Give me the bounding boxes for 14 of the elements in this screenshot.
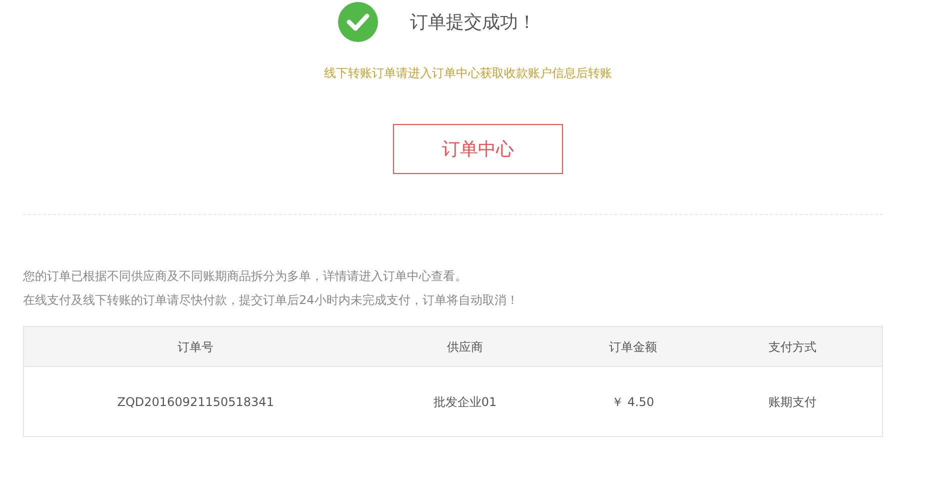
column-header: 支付方式: [702, 326, 882, 366]
order-center-button[interactable]: 订单中心: [393, 124, 563, 174]
transfer-notice: 线下转账订单请进入订单中心获取收款账户信息后转账: [324, 65, 612, 82]
table-cell: 批发企业01: [367, 366, 563, 436]
info-text: 在线支付及线下转账的订单请尽快付款，提交订单后24小时内未完成支付，订单将自动取消！: [23, 292, 520, 309]
info-text: 您的订单已根据不同供应商及不同账期商品拆分为多单，详情请进入订单中心查看。: [23, 268, 468, 285]
column-header: 供应商: [367, 326, 563, 366]
column-header: 订单号: [24, 326, 368, 366]
success-check-icon: [338, 2, 378, 42]
success-title: 订单提交成功！: [410, 10, 536, 34]
table-cell: 账期支付: [702, 366, 882, 436]
table-cell: ZQD20160921150518341: [24, 366, 368, 436]
table-cell: ￥ 4.50: [562, 366, 703, 436]
column-header: 订单金额: [562, 326, 703, 366]
